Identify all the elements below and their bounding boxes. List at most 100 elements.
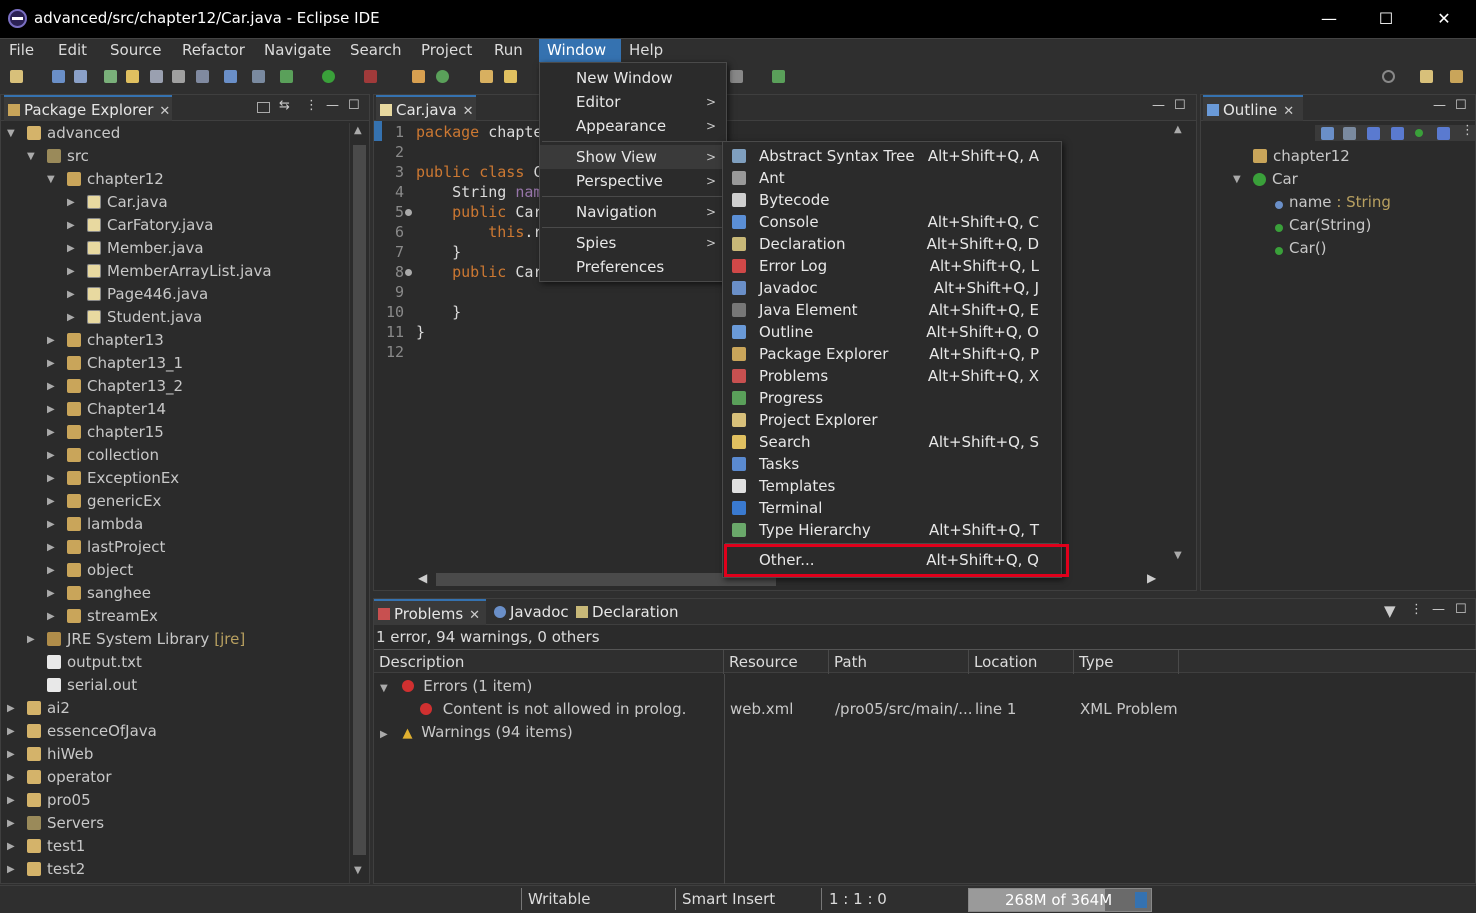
tab-package-explorer[interactable]: Package Explorer ✕ [4, 95, 172, 121]
minimize-view-icon[interactable]: — [1432, 602, 1445, 617]
tree-item[interactable]: ▶ JRE System Library [jre] [27, 628, 245, 651]
chevron-right-icon[interactable]: ▶ [67, 237, 75, 260]
tree-item[interactable]: ▶ object [47, 559, 133, 582]
new-java-project-icon[interactable] [412, 70, 425, 83]
tree-item[interactable]: ▶ Page446.java [67, 283, 208, 306]
search-tool-icon[interactable] [504, 70, 517, 83]
chevron-right-icon[interactable]: ▶ [67, 214, 75, 237]
show-view-item[interactable]: Bytecode [723, 189, 1061, 211]
scroll-down-icon[interactable]: ▼ [354, 865, 362, 876]
tree-item[interactable]: ▶ pro05 [7, 789, 91, 812]
chevron-right-icon[interactable]: ▶ [7, 697, 15, 720]
show-view-item[interactable]: Declaration Alt+Shift+Q, D [723, 233, 1061, 255]
hide-static-icon[interactable] [1391, 127, 1404, 140]
close-icon[interactable]: ✕ [159, 104, 170, 119]
hide-nonpublic-icon[interactable] [1415, 129, 1423, 137]
tree-item[interactable]: ▶ chapter13 [47, 329, 164, 352]
scroll-right-icon[interactable]: ▶ [1147, 571, 1156, 585]
menu-item-spies[interactable]: Spies > [540, 232, 726, 254]
toggle-block-icon[interactable] [150, 70, 163, 83]
chevron-right-icon[interactable]: ▶ [47, 467, 55, 490]
chevron-down-icon[interactable]: ▼ [1233, 168, 1241, 191]
tab-javadoc[interactable]: Javadoc [490, 599, 570, 625]
chevron-down-icon[interactable]: ▼ [7, 122, 15, 145]
pin-icon[interactable] [772, 70, 785, 83]
debug-view-icon[interactable] [252, 70, 265, 83]
close-button[interactable]: ✕ [1421, 4, 1467, 34]
close-icon[interactable]: ✕ [1283, 104, 1294, 119]
chevron-right-icon[interactable]: ▶ [47, 490, 55, 513]
hide-fields-icon[interactable] [1367, 127, 1380, 140]
tree-item[interactable]: ▶ lambda [47, 513, 143, 536]
editor-vscrollbar[interactable]: ▲ ▼ [1162, 122, 1196, 572]
sort-icon[interactable] [1343, 127, 1356, 140]
chevron-right-icon[interactable]: ▶ [47, 559, 55, 582]
chevron-down-icon[interactable]: ▼ [27, 145, 35, 168]
show-view-item[interactable]: Outline Alt+Shift+Q, O [723, 321, 1061, 343]
tree-item[interactable]: ▶ ExceptionEx [47, 467, 179, 490]
show-view-item[interactable]: Package Explorer Alt+Shift+Q, P [723, 343, 1061, 365]
col-description[interactable]: Description [374, 650, 724, 674]
tree-item[interactable]: ▶ Chapter13_2 [47, 375, 183, 398]
chevron-right-icon[interactable]: ▶ [67, 283, 75, 306]
chevron-right-icon[interactable]: ▶ [7, 720, 15, 743]
menu-run[interactable]: Run [486, 39, 531, 63]
col-path[interactable]: Path [829, 650, 969, 674]
chevron-right-icon[interactable]: ▶ [47, 444, 55, 467]
tree-item[interactable]: ▶ ai2 [7, 697, 70, 720]
show-view-item[interactable]: Abstract Syntax Tree Alt+Shift+Q, A [723, 145, 1061, 167]
tree-item[interactable]: ▼ chapter12 [47, 168, 164, 191]
show-view-item[interactable]: Templates [723, 475, 1061, 497]
tree-item[interactable]: ▶ collection [47, 444, 159, 467]
menu-refactor[interactable]: Refactor [174, 39, 253, 63]
chevron-right-icon[interactable]: ▶ [7, 789, 15, 812]
table-row[interactable]: Content is not allowed in prolog. [420, 698, 686, 721]
tab-car-java[interactable]: Car.java ✕ [376, 95, 476, 121]
chevron-right-icon[interactable]: ▶ [7, 743, 15, 766]
close-icon[interactable]: ✕ [469, 608, 480, 623]
menu-item-other[interactable]: Other... Alt+Shift+Q, Q [723, 549, 1061, 571]
menu-window[interactable]: Window [539, 39, 621, 63]
search-icon[interactable] [1382, 70, 1395, 83]
chevron-right-icon[interactable]: ▶ [47, 375, 55, 398]
view-menu-icon[interactable]: ⋮ [305, 98, 318, 113]
tree-item[interactable]: ▶ Servers [7, 812, 104, 835]
tree-item[interactable]: ▶ CarFatory.java [67, 214, 213, 237]
chevron-right-icon[interactable]: ▶ [7, 835, 15, 858]
chevron-right-icon[interactable]: ▶ [47, 536, 55, 559]
new-icon[interactable] [10, 70, 23, 83]
col-resource[interactable]: Resource [724, 650, 829, 674]
menu-navigate[interactable]: Navigate [256, 39, 339, 63]
tree-item[interactable]: ▶ Car.java [67, 191, 168, 214]
chevron-right-icon[interactable]: ▶ [47, 352, 55, 375]
hide-local-types-icon[interactable] [1437, 127, 1450, 140]
show-view-item[interactable]: Javadoc Alt+Shift+Q, J [723, 277, 1061, 299]
menu-item-navigation[interactable]: Navigation > [540, 201, 726, 223]
menu-file[interactable]: File [1, 39, 42, 63]
chevron-right-icon[interactable]: ▶ [7, 812, 15, 835]
link-editor-icon[interactable]: ⇆ [279, 98, 290, 113]
tree-item[interactable]: ▶ essenceOfJava [7, 720, 157, 743]
menu-item-show-view[interactable]: Show View > [540, 145, 726, 169]
debug-icon[interactable] [280, 70, 293, 83]
minimize-view-icon[interactable]: — [1433, 98, 1446, 113]
show-view-item[interactable]: Project Explorer [723, 409, 1061, 431]
show-view-item[interactable]: Error Log Alt+Shift+Q, L [723, 255, 1061, 277]
console-icon[interactable] [224, 70, 237, 83]
maximize-view-icon[interactable]: ☐ [1455, 98, 1467, 113]
chevron-right-icon[interactable]: ▶ [7, 766, 15, 789]
java-perspective-icon[interactable] [1450, 70, 1463, 83]
filter-icon[interactable]: ▼ [1384, 602, 1396, 620]
tree-item[interactable]: ▶ Member.java [67, 237, 204, 260]
menu-project[interactable]: Project [413, 39, 480, 63]
new-class-icon[interactable] [436, 70, 449, 83]
tree-item[interactable]: ▶ MemberArrayList.java [67, 260, 272, 283]
view-menu-icon[interactable]: ⋮ [1461, 123, 1474, 138]
tree-item[interactable]: ▶ hiWeb [7, 743, 93, 766]
tree-item[interactable]: ▶ chapter15 [47, 421, 164, 444]
open-type-icon[interactable] [480, 70, 493, 83]
menu-item-preferences[interactable]: Preferences [540, 256, 726, 278]
show-view-item[interactable]: Progress [723, 387, 1061, 409]
chevron-right-icon[interactable]: ▶ [27, 628, 35, 651]
show-view-item[interactable]: Ant [723, 167, 1061, 189]
